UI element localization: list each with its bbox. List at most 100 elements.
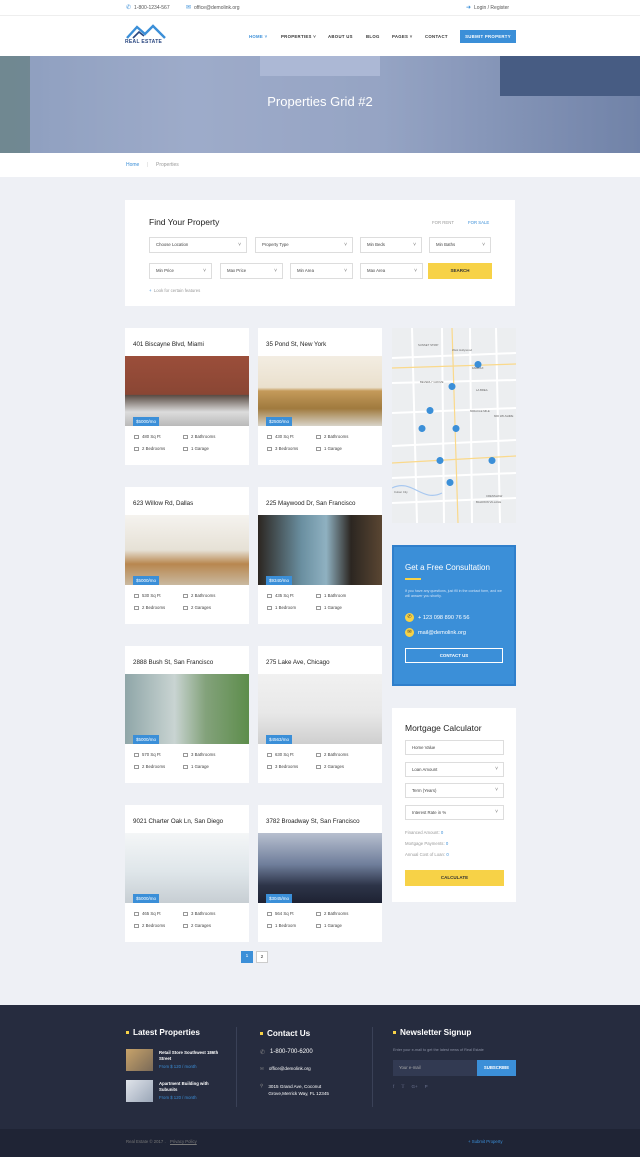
bed-spec: 2 Bedrooms — [134, 446, 165, 451]
interest-rate-select[interactable]: Interest Rate in % ˅ — [405, 805, 504, 820]
property-card[interactable]: 2888 Bush St, San Francisco $5000/mo 570 S… — [125, 646, 249, 783]
property-card[interactable]: 401 Biscayne Blvd, Miami $5000/mo 480 Sq F… — [125, 328, 249, 465]
garage-icon — [316, 446, 321, 451]
location-pin-icon: ⚲ — [260, 1083, 264, 1088]
loan-amount-select[interactable]: Loan Amount ˅ — [405, 762, 504, 777]
max-price-select[interactable]: Max Price ˅ — [220, 263, 283, 279]
nav-properties[interactable]: PROPERTIES ˅ — [281, 34, 316, 39]
bed-spec: 3 Bedrooms — [267, 764, 298, 769]
area-icon — [267, 434, 272, 439]
min-beds-select[interactable]: Min Beds ˅ — [360, 237, 422, 253]
page-2-button[interactable]: 2 — [256, 951, 268, 963]
contact-us-button[interactable]: CONTACT US — [405, 648, 503, 663]
submit-property-button[interactable]: SUBMIT PROPERTY — [460, 30, 516, 43]
property-title[interactable]: 275 Lake Ave, Chicago — [266, 659, 330, 666]
property-title[interactable]: 401 Biscayne Blvd, Miami — [133, 341, 204, 348]
property-image[interactable] — [258, 833, 382, 903]
bath-icon — [316, 752, 321, 757]
latest-name-2[interactable]: Apartment Building with Subunits — [159, 1081, 219, 1092]
property-map[interactable]: SUNSET STRIP West Hollywood FAIRFAX BEVE… — [392, 328, 516, 523]
property-title[interactable]: 2888 Bush St, San Francisco — [133, 659, 213, 666]
social-links: f 𝕋 G+ P — [393, 1084, 428, 1090]
property-card[interactable]: 275 Lake Ave, Chicago $4563/mo 630 Sq Ft 2 … — [258, 646, 382, 783]
google-plus-icon[interactable]: G+ — [411, 1084, 417, 1090]
bath-spec: 2 Bathrooms — [183, 593, 215, 598]
title-underline — [405, 578, 421, 580]
min-baths-select[interactable]: Min Baths ˅ — [429, 237, 491, 253]
area-icon — [134, 434, 139, 439]
privacy-policy-link[interactable]: Privacy Policy — [170, 1139, 197, 1144]
latest-thumb-2[interactable] — [126, 1080, 153, 1102]
nav-pages[interactable]: PAGES ˅ — [392, 34, 413, 39]
page-1-button[interactable]: 1 — [241, 951, 253, 963]
latest-name-1[interactable]: Retail Store Southwest 186th Street — [159, 1050, 219, 1061]
property-title[interactable]: 225 Maywood Dr, San Francisco — [266, 500, 355, 507]
nav-contact[interactable]: CONTACT — [425, 34, 448, 39]
logo[interactable]: REAL ESTATE — [125, 24, 170, 46]
search-button[interactable]: SEARCH — [428, 263, 492, 279]
nav-about[interactable]: ABOUT US — [328, 34, 353, 39]
footer-submit-link[interactable]: + Submit Property — [468, 1139, 503, 1144]
property-card[interactable]: 225 Maywood Dr, San Francisco $9340/mo 435… — [258, 487, 382, 624]
footer-email[interactable]: ✉ office@demolink.org — [260, 1066, 311, 1072]
tab-for-sale[interactable]: FOR SALE — [468, 220, 489, 225]
property-card[interactable]: 623 Willow Rd, Dallas $5000/mo 530 Sq Ft 2 … — [125, 487, 249, 624]
property-card[interactable]: 9021 Charter Oak Ln, San Diego $5000/mo 46… — [125, 805, 249, 942]
price-badge: $5000/mo — [133, 576, 160, 585]
term-select[interactable]: Term (Years) ˅ — [405, 783, 504, 798]
footer-phone[interactable]: ✆ 1-800-700-6200 — [260, 1049, 313, 1056]
property-card[interactable]: 35 Pond St, New York $2500/mo 430 Sq Ft 2 B… — [258, 328, 382, 465]
newsletter-email-input[interactable]: Your e-mail — [393, 1060, 477, 1076]
breadcrumb-home[interactable]: Home — [126, 162, 139, 168]
consult-email[interactable]: ✉ mail@demolink.org — [405, 628, 466, 637]
nav-home[interactable]: HOME ˅ — [249, 34, 267, 39]
subscribe-button[interactable]: SUBSCRIBE — [477, 1060, 516, 1076]
property-image[interactable] — [258, 674, 382, 744]
bed-icon — [134, 764, 139, 769]
property-type-select[interactable]: Property Type ˅ — [255, 237, 353, 253]
property-image[interactable] — [125, 356, 249, 426]
twitter-icon[interactable]: 𝕋 — [401, 1084, 404, 1090]
pinterest-icon[interactable]: P — [425, 1084, 428, 1090]
property-card[interactable]: 3782 Broadway St, San Francisco $3045/mo 5… — [258, 805, 382, 942]
min-price-select[interactable]: Min Price ˅ — [149, 263, 212, 279]
property-title[interactable]: 35 Pond St, New York — [266, 341, 326, 348]
property-title[interactable]: 623 Willow Rd, Dallas — [133, 500, 193, 507]
latest-properties-title: Latest Properties — [126, 1028, 200, 1037]
garage-icon — [316, 764, 321, 769]
garage-spec: 1 Garage — [183, 446, 209, 451]
bed-spec: 2 Bedrooms — [134, 605, 165, 610]
property-image[interactable] — [258, 356, 382, 426]
home-value-input[interactable]: Home Value — [405, 740, 504, 755]
calculate-button[interactable]: CALCULATE — [405, 870, 504, 886]
property-image[interactable] — [258, 515, 382, 585]
area-spec: 530 Sq Ft — [134, 593, 161, 598]
features-toggle[interactable]: + Look for certain features — [149, 288, 200, 293]
topbar-email[interactable]: ✉ office@demolink.org — [186, 5, 240, 11]
nav-blog[interactable]: BLOG — [366, 34, 380, 39]
mail-icon: ✉ — [186, 5, 192, 11]
login-link[interactable]: ➜ Login / Register — [466, 5, 509, 11]
property-image[interactable] — [125, 674, 249, 744]
latest-thumb-1[interactable] — [126, 1049, 153, 1071]
map-label: BEVERLY GROVE — [420, 380, 444, 384]
footer-divider — [372, 1027, 373, 1107]
property-title[interactable]: 3782 Broadway St, San Francisco — [266, 818, 360, 825]
property-image[interactable] — [125, 515, 249, 585]
bath-spec: 2 Bathrooms — [183, 434, 215, 439]
facebook-icon[interactable]: f — [393, 1084, 394, 1090]
property-title[interactable]: 9021 Charter Oak Ln, San Diego — [133, 818, 223, 825]
topbar-phone[interactable]: ✆ 1-800-1234-567 — [126, 5, 170, 11]
garage-icon — [183, 605, 188, 610]
location-select[interactable]: Choose Location ˅ — [149, 237, 247, 253]
latest-price-2: From $ 120 / month — [159, 1095, 197, 1100]
consult-phone[interactable]: ✆ + 123 098 890 76 56 — [405, 613, 469, 622]
annual-cost: Annual Cost of Loan: 0 — [405, 852, 449, 857]
search-title: Find Your Property — [149, 217, 220, 227]
min-area-select[interactable]: Min Area ˅ — [290, 263, 353, 279]
tab-for-rent[interactable]: FOR RENT — [432, 220, 454, 225]
property-image[interactable] — [125, 833, 249, 903]
map-label: MIRACLE MILE — [470, 409, 490, 413]
max-area-select[interactable]: Max Area ˅ — [360, 263, 423, 279]
mortgage-title: Mortgage Calculator — [405, 723, 482, 733]
